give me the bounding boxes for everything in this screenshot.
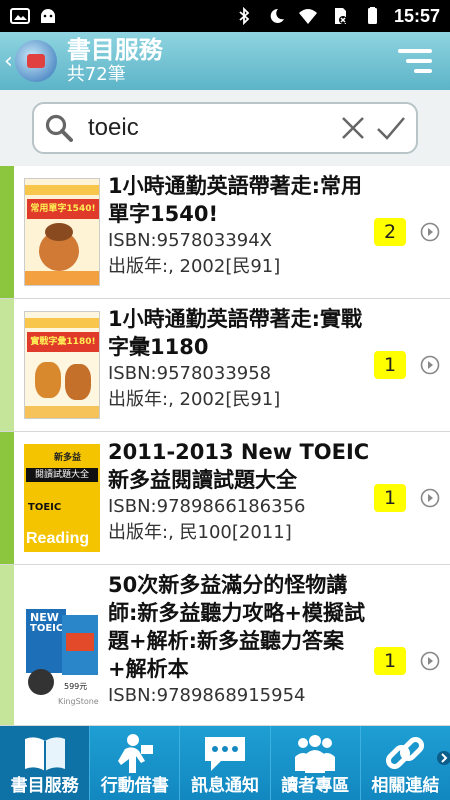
- book-title: 50次新多益滿分的怪物講師:新多益聽力攻略+模擬試題+解析:新多益聽力答案+解析…: [108, 573, 365, 681]
- row-indicator: [0, 299, 14, 431]
- book-cover: 常用單字1540!: [24, 178, 100, 286]
- bottom-nav: 書目服務 行動借書 訊息通知 讀者專區 相關連結: [0, 726, 450, 800]
- nav-item-bibliography[interactable]: 書目服務: [0, 726, 91, 800]
- list-item[interactable]: NEW TOEIC 599元 KingStone 50次新多益滿分的怪物講師:新…: [0, 565, 450, 726]
- page-title: 書目服務: [66, 36, 163, 64]
- book-icon: [24, 737, 65, 771]
- book-cover: 實戰字彙1180!: [24, 311, 100, 419]
- nav-item-mobile-borrow[interactable]: 行動借書: [90, 726, 181, 800]
- cover-top-text: 新多益: [54, 453, 82, 463]
- cover-toeic-text: TOEIC: [28, 502, 62, 513]
- sim-icon: [334, 8, 347, 24]
- confirm-check-icon[interactable]: [376, 115, 406, 141]
- row-arrow-icon[interactable]: [420, 488, 440, 508]
- row-indicator: [0, 565, 14, 725]
- book-isbn: ISBN:9789868915954: [108, 685, 306, 706]
- book-year: 出版年:, 2002[民91]: [108, 256, 281, 277]
- nav-more-arrow-icon[interactable]: [434, 742, 450, 774]
- nav-label: 相關連結: [371, 776, 440, 796]
- book-year: 出版年:, 民100[2011]: [108, 522, 292, 543]
- bluetooth-icon: [239, 7, 250, 25]
- row-indicator: [0, 432, 14, 564]
- book-year: 出版年:, 2002[民91]: [108, 389, 281, 410]
- search-box[interactable]: toeic: [32, 102, 418, 154]
- users-icon: [295, 735, 336, 773]
- battery-icon: [367, 7, 377, 24]
- cover-title: 常用單字1540!: [27, 199, 99, 219]
- cover-title: 實戰字彙1180!: [27, 332, 99, 352]
- nav-label: 訊息通知: [191, 776, 259, 796]
- book-cover: NEW TOEIC 599元 KingStone: [24, 605, 100, 713]
- app-header: ‹ 書目服務 共72筆: [0, 32, 450, 90]
- nav-label: 行動借書: [100, 776, 169, 796]
- result-count: 共72筆: [66, 64, 126, 85]
- reader-icon: [117, 734, 153, 773]
- book-title: 2011-2013 New TOEIC 新多益閱讀試題大全: [108, 440, 370, 492]
- moon-icon: [270, 8, 284, 23]
- cover-banner: 閱讀試題大全: [26, 468, 98, 482]
- row-arrow-icon[interactable]: [420, 222, 440, 242]
- clear-icon[interactable]: [340, 115, 366, 141]
- nav-label: 書目服務: [10, 776, 79, 796]
- cover-price: 599元: [64, 682, 88, 691]
- holdings-count-badge: 1: [374, 484, 406, 512]
- nav-item-notifications[interactable]: 訊息通知: [180, 726, 271, 800]
- cover-brand: KingStone: [58, 697, 99, 706]
- back-chevron-icon[interactable]: ‹: [4, 49, 13, 74]
- row-arrow-icon[interactable]: [420, 651, 440, 671]
- android-icon: [41, 9, 55, 23]
- holdings-count-badge: 2: [374, 218, 406, 246]
- list-item[interactable]: 常用單字1540! 1小時通勤英語帶著走:常用單字1540! ISBN:9578…: [0, 166, 450, 299]
- list-item[interactable]: 新多益 閱讀試題大全 TOEIC Reading 2011-2013 New T…: [0, 432, 450, 565]
- status-time: 15:57: [393, 5, 440, 26]
- app-logo[interactable]: [14, 40, 57, 82]
- link-icon: [386, 736, 425, 770]
- wifi-icon: [298, 9, 317, 24]
- cover-reading-text: Reading: [26, 530, 90, 547]
- nav-label: 讀者專區: [281, 776, 350, 796]
- book-cover: 新多益 閱讀試題大全 TOEIC Reading: [24, 444, 100, 552]
- row-arrow-icon[interactable]: [420, 355, 440, 375]
- search-bar: toeic: [0, 90, 450, 166]
- search-input[interactable]: toeic: [88, 114, 330, 142]
- chat-icon: [205, 737, 245, 771]
- book-title: 1小時通勤英語帶著走:常用單字1540!: [108, 174, 363, 226]
- results-list: 常用單字1540! 1小時通勤英語帶著走:常用單字1540! ISBN:9578…: [0, 166, 450, 726]
- book-title: 1小時通勤英語帶著走:實戰字彙1180: [108, 307, 363, 359]
- row-indicator: [0, 166, 14, 298]
- nav-item-reader-area[interactable]: 讀者專區: [271, 726, 361, 800]
- holdings-count-badge: 1: [374, 647, 406, 675]
- cover-toeic-text: TOEIC: [30, 623, 64, 634]
- menu-button[interactable]: [398, 49, 432, 73]
- list-item[interactable]: 實戰字彙1180! 1小時通勤英語帶著走:實戰字彙1180 ISBN:95780…: [0, 299, 450, 432]
- holdings-count-badge: 1: [374, 351, 406, 379]
- status-bar: 15:57: [0, 0, 450, 32]
- search-icon: [45, 114, 73, 142]
- image-icon: [10, 8, 30, 24]
